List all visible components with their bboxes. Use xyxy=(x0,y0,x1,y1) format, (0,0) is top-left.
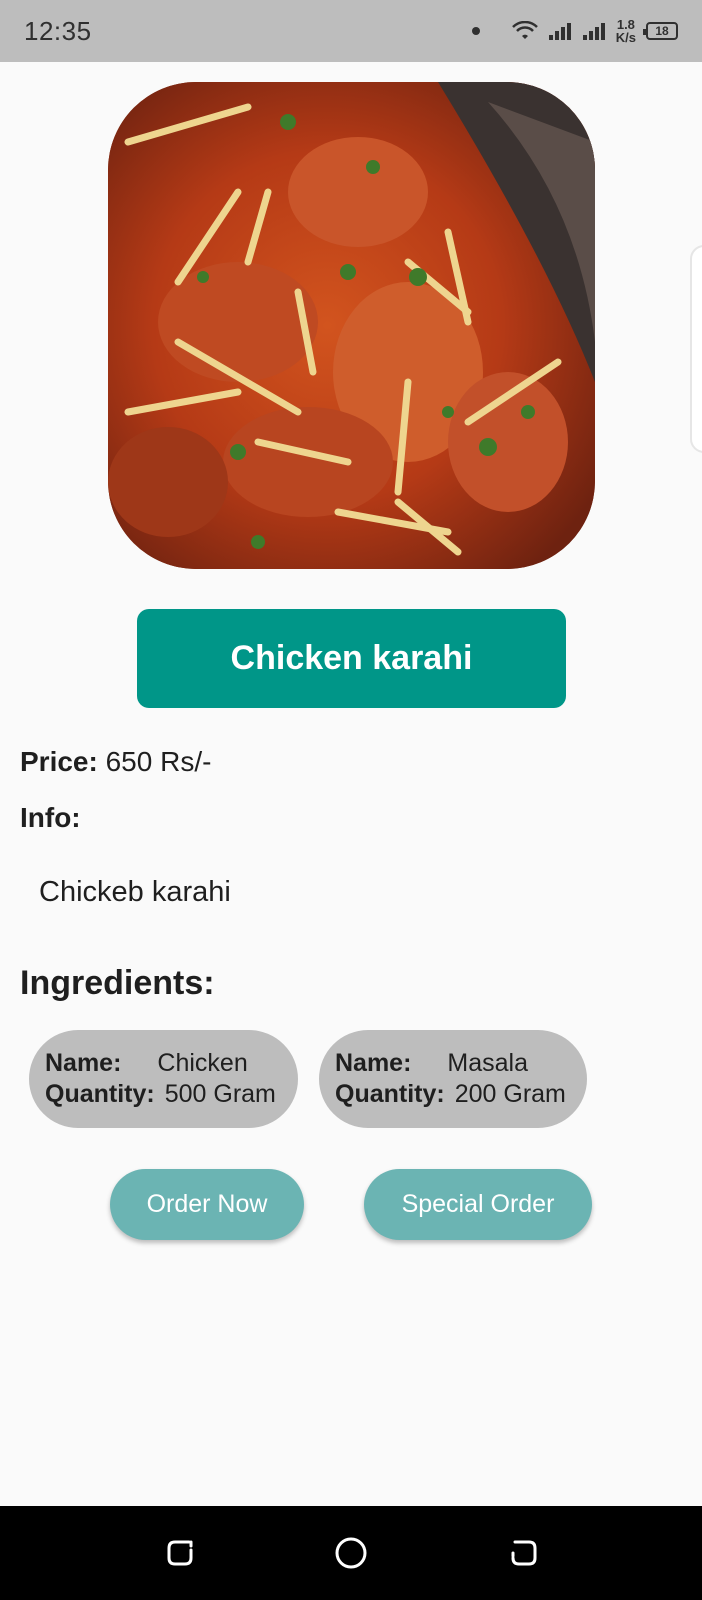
status-icons: 1.8 K/s 18 xyxy=(471,18,678,44)
info-text: Chickeb karahi xyxy=(39,876,231,908)
status-time: 12:35 xyxy=(24,15,92,46)
ingredients-title: Ingredients: xyxy=(20,964,215,1002)
edge-panel-handle[interactable] xyxy=(690,245,702,453)
ingredient-name-key: Name: xyxy=(45,1049,122,1077)
price-value: 650 Rs/- xyxy=(105,746,212,777)
ingredient-quantity-row: Quantity: 200 Gram xyxy=(335,1079,571,1110)
ingredient-quantity: 200 Gram xyxy=(454,1080,566,1108)
recent-apps-icon[interactable] xyxy=(505,1534,543,1572)
battery-icon: 18 xyxy=(643,22,678,40)
ingredient-name-row: Name: Chicken xyxy=(45,1048,282,1079)
dish-title-button[interactable]: Chicken karahi xyxy=(137,609,566,708)
price-row: Price: 650 Rs/- xyxy=(20,746,211,778)
dish-image xyxy=(108,82,595,569)
navigation-bar xyxy=(0,1506,702,1600)
order-now-label: Order Now xyxy=(146,1190,268,1218)
wifi-icon xyxy=(511,21,538,39)
network-speed-unit: K/s xyxy=(615,30,636,45)
special-order-label: Special Order xyxy=(401,1190,555,1218)
ingredient-quantity-key: Quantity: xyxy=(335,1080,445,1108)
ingredient-name-row: Name: Masala xyxy=(335,1048,571,1079)
ingredient-name-key: Name: xyxy=(335,1049,412,1077)
info-label: Info: xyxy=(20,802,81,833)
ingredient-quantity-key: Quantity: xyxy=(45,1080,155,1108)
network-speed: 1.8 K/s xyxy=(616,18,636,44)
ingredients-list: Name: Chicken Quantity: 500 Gram Name: Masa… xyxy=(29,1030,587,1128)
dish-title: Chicken karahi xyxy=(230,639,473,677)
home-icon[interactable] xyxy=(332,1534,370,1572)
chicken-karahi-photo-icon xyxy=(108,82,595,569)
signal-icon xyxy=(582,23,605,40)
ingredient-name: Masala xyxy=(447,1049,529,1077)
ingredient-name: Chicken xyxy=(157,1049,248,1077)
ingredient-quantity-row: Quantity: 500 Gram xyxy=(45,1079,282,1110)
notification-dot-icon xyxy=(471,27,480,35)
status-bar: 12:35 1.8 K/s 18 xyxy=(0,0,702,62)
ingredient-chip: Name: Masala Quantity: 200 Gram xyxy=(319,1030,587,1128)
ingredient-quantity: 500 Gram xyxy=(164,1080,276,1108)
price-label: Price: xyxy=(20,746,98,777)
ingredient-chip: Name: Chicken Quantity: 500 Gram xyxy=(29,1030,298,1128)
order-now-button[interactable]: Order Now xyxy=(110,1169,304,1240)
signal-icon xyxy=(548,23,571,40)
special-order-button[interactable]: Special Order xyxy=(364,1169,592,1240)
back-icon[interactable] xyxy=(161,1534,199,1572)
battery-level: 18 xyxy=(655,24,669,38)
